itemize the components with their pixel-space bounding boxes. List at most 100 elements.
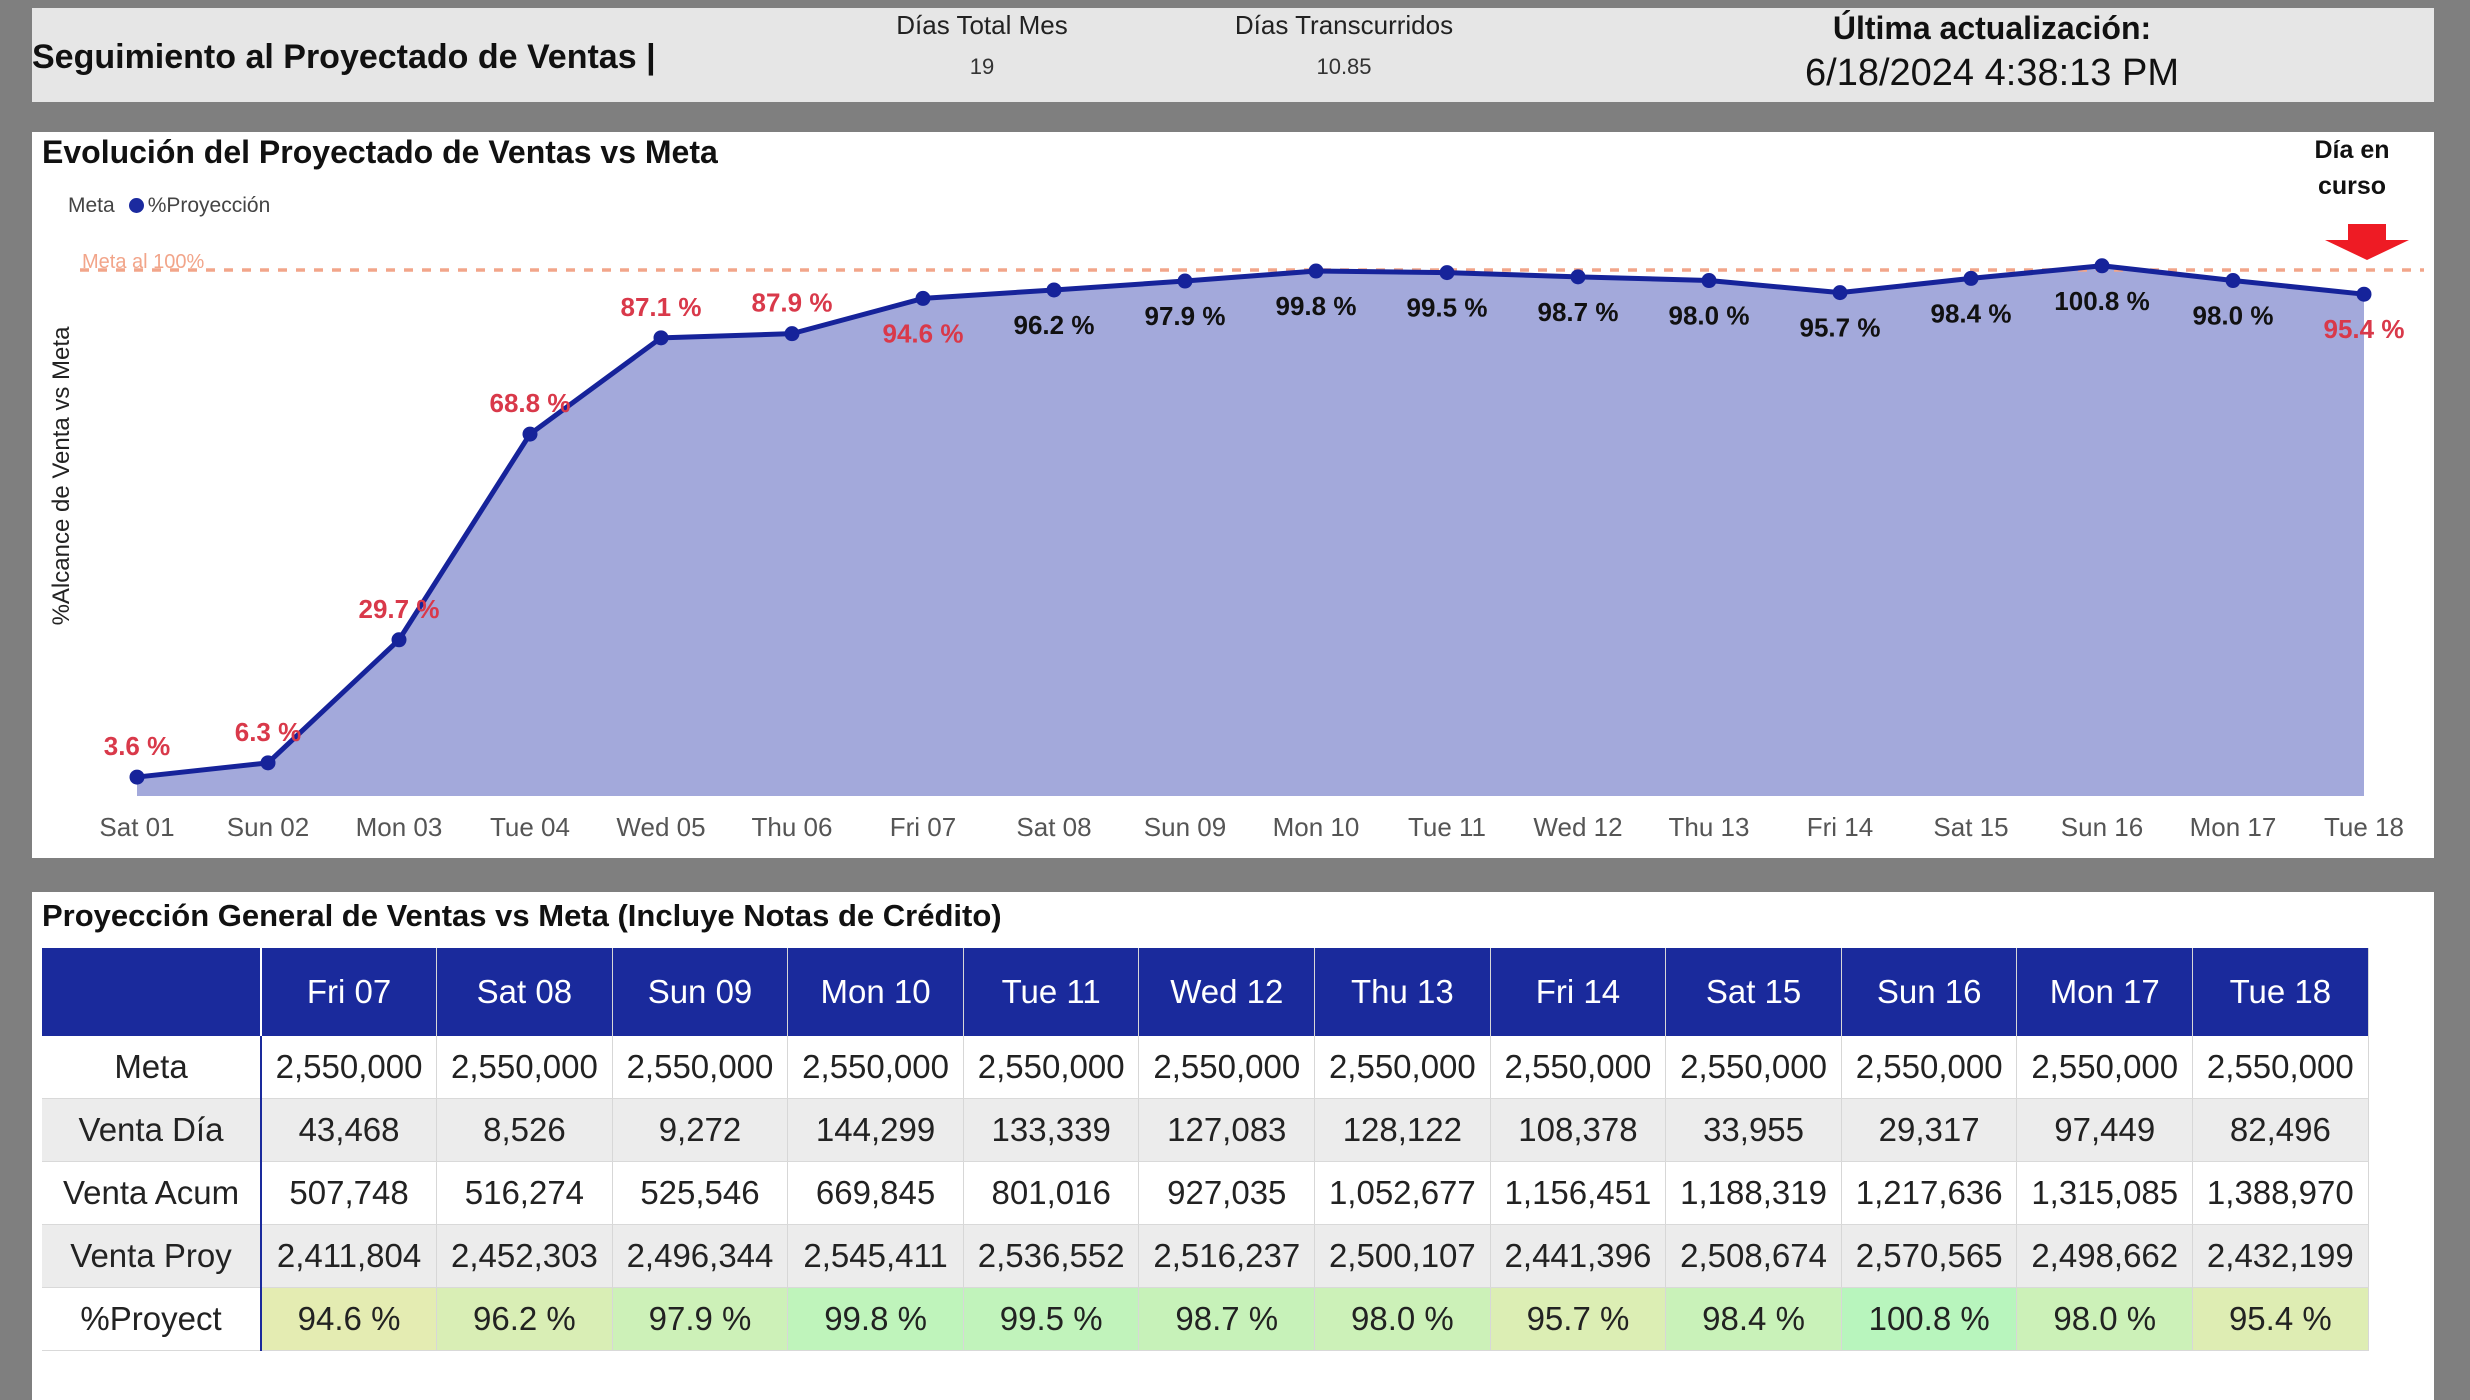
table-cell: 2,550,000 bbox=[2016, 1036, 2194, 1099]
table-cell: 99.5 % bbox=[963, 1287, 1140, 1351]
data-point bbox=[1963, 270, 1979, 286]
column-header[interactable]: Sat 08 bbox=[436, 948, 613, 1036]
projection-table-panel: Proyección General de Ventas vs Meta (In… bbox=[32, 892, 2434, 1400]
data-point bbox=[391, 632, 407, 648]
table-cell: 94.6 % bbox=[261, 1287, 438, 1351]
data-point bbox=[1570, 269, 1586, 285]
column-header[interactable]: Mon 17 bbox=[2016, 948, 2194, 1036]
x-tick-label: Fri 07 bbox=[890, 812, 956, 842]
row-header: Venta Día bbox=[42, 1098, 262, 1162]
x-tick-label: Tue 18 bbox=[2324, 812, 2404, 842]
table-cell: 2,508,674 bbox=[1665, 1224, 1842, 1288]
table-cell: 2,496,344 bbox=[612, 1224, 789, 1288]
days-elapsed-label: Días Transcurridos bbox=[1234, 10, 1454, 40]
column-header[interactable]: Tue 11 bbox=[963, 948, 1140, 1036]
x-tick-label: Thu 13 bbox=[1669, 812, 1750, 842]
projection-chart[interactable]: Meta al 100% 3.6 % Sat 01 6.3 % Sun 02 29.7 %… bbox=[32, 132, 2434, 858]
x-tick-label: Sat 08 bbox=[1016, 812, 1091, 842]
table-cell: 2,550,000 bbox=[1314, 1036, 1491, 1099]
column-header[interactable]: Tue 18 bbox=[2192, 948, 2369, 1036]
data-point bbox=[1046, 282, 1062, 298]
table-cell: 507,748 bbox=[261, 1161, 438, 1225]
x-tick-label: Tue 04 bbox=[490, 812, 570, 842]
table-cell: 2,432,199 bbox=[2192, 1224, 2369, 1288]
data-point bbox=[2356, 286, 2372, 302]
data-label: 29.7 % bbox=[359, 594, 440, 624]
table-cell: 98.7 % bbox=[1138, 1287, 1316, 1351]
table-cell: 2,550,000 bbox=[2192, 1036, 2369, 1099]
table-cell: 2,441,396 bbox=[1490, 1224, 1667, 1288]
column-header[interactable]: Sun 16 bbox=[1841, 948, 2018, 1036]
table-corner-cell bbox=[42, 948, 262, 1036]
table-cell: 99.8 % bbox=[787, 1287, 964, 1351]
table-cell: 2,411,804 bbox=[261, 1224, 438, 1288]
x-tick-label: Wed 12 bbox=[1533, 812, 1622, 842]
column-header[interactable]: Wed 12 bbox=[1138, 948, 1316, 1036]
column-header[interactable]: Thu 13 bbox=[1314, 948, 1491, 1036]
table-cell: 8,526 bbox=[436, 1098, 613, 1162]
table-header-row: Fri 07 Sat 08 Sun 09 Mon 10 Tue 11 Wed 12 Thu … bbox=[42, 948, 2369, 1036]
table-cell: 1,052,677 bbox=[1314, 1161, 1491, 1225]
x-tick-label: Fri 14 bbox=[1807, 812, 1873, 842]
last-update-label: Última actualización: bbox=[1832, 10, 2152, 46]
table-cell: 43,468 bbox=[261, 1098, 438, 1162]
table-cell: 669,845 bbox=[787, 1161, 964, 1225]
data-label: 6.3 % bbox=[235, 717, 302, 747]
table-title: Proyección General de Ventas vs Meta (In… bbox=[42, 898, 1002, 933]
table-cell: 2,550,000 bbox=[963, 1036, 1140, 1099]
chart-legend[interactable]: Meta %Proyección bbox=[68, 194, 270, 218]
legend-proyeccion[interactable]: %Proyección bbox=[148, 194, 271, 217]
data-point bbox=[1832, 285, 1848, 301]
days-total-label: Días Total Mes bbox=[896, 10, 1068, 40]
legend-meta[interactable]: Meta bbox=[68, 194, 115, 217]
table-cell: 1,188,319 bbox=[1665, 1161, 1842, 1225]
current-day-marker: Día en curso bbox=[2292, 132, 2412, 204]
table-cell: 516,274 bbox=[436, 1161, 613, 1225]
data-label: 87.1 % bbox=[621, 292, 702, 322]
table-cell: 100.8 % bbox=[1841, 1287, 2018, 1351]
data-point bbox=[260, 755, 276, 771]
table-cell: 9,272 bbox=[612, 1098, 789, 1162]
data-label: 96.2 % bbox=[1014, 310, 1095, 340]
data-label: 95.7 % bbox=[1800, 313, 1881, 343]
table-cell: 97,449 bbox=[2016, 1098, 2194, 1162]
column-header[interactable]: Fri 07 bbox=[261, 948, 438, 1036]
table-row: Meta 2,550,000 2,550,000 2,550,000 2,550,000… bbox=[42, 1036, 2369, 1099]
table-cell: 98.0 % bbox=[2016, 1287, 2194, 1351]
x-tick-label: Wed 05 bbox=[616, 812, 705, 842]
data-label: 95.4 % bbox=[2324, 314, 2405, 344]
table-row: Venta Día 43,468 8,526 9,272 144,299 133,339 1… bbox=[42, 1098, 2369, 1162]
days-total-value: 19 bbox=[969, 54, 995, 79]
data-label: 97.9 % bbox=[1145, 301, 1226, 331]
table-cell: 2,516,237 bbox=[1138, 1224, 1316, 1288]
current-day-text-2: curso bbox=[2317, 172, 2387, 200]
current-day-text-1: Día en bbox=[2314, 136, 2390, 164]
x-tick-label: Mon 03 bbox=[356, 812, 443, 842]
data-point bbox=[129, 769, 145, 785]
legend-dot-icon bbox=[128, 198, 144, 213]
table-cell: 33,955 bbox=[1665, 1098, 1842, 1162]
column-header[interactable]: Fri 14 bbox=[1490, 948, 1667, 1036]
column-header[interactable]: Sat 15 bbox=[1665, 948, 1842, 1036]
data-label: 68.8 % bbox=[490, 388, 571, 418]
x-tick-label: Sun 09 bbox=[1144, 812, 1226, 842]
x-tick-label: Sat 15 bbox=[1933, 812, 2008, 842]
data-label: 99.8 % bbox=[1276, 291, 1357, 321]
data-label: 99.5 % bbox=[1407, 293, 1488, 323]
x-tick-label: Mon 17 bbox=[2190, 812, 2277, 842]
row-header: Meta bbox=[42, 1036, 262, 1099]
table-row: Venta Proy 2,411,804 2,452,303 2,496,344 2,5… bbox=[42, 1224, 2369, 1288]
column-header[interactable]: Mon 10 bbox=[787, 948, 964, 1036]
table-cell: 96.2 % bbox=[436, 1287, 613, 1351]
table-cell: 801,016 bbox=[963, 1161, 1140, 1225]
table-cell: 1,388,970 bbox=[2192, 1161, 2369, 1225]
table-cell: 1,156,451 bbox=[1490, 1161, 1667, 1225]
data-label: 100.8 % bbox=[2054, 286, 2149, 316]
table-cell: 2,452,303 bbox=[436, 1224, 613, 1288]
row-header: Venta Acum bbox=[42, 1161, 262, 1225]
meta-line-label: Meta al 100% bbox=[82, 251, 205, 273]
table-cell: 2,550,000 bbox=[787, 1036, 964, 1099]
x-tick-label: Sun 02 bbox=[227, 812, 309, 842]
column-header[interactable]: Sun 09 bbox=[612, 948, 789, 1036]
chart-title: Evolución del Proyectado de Ventas vs Me… bbox=[42, 134, 718, 170]
